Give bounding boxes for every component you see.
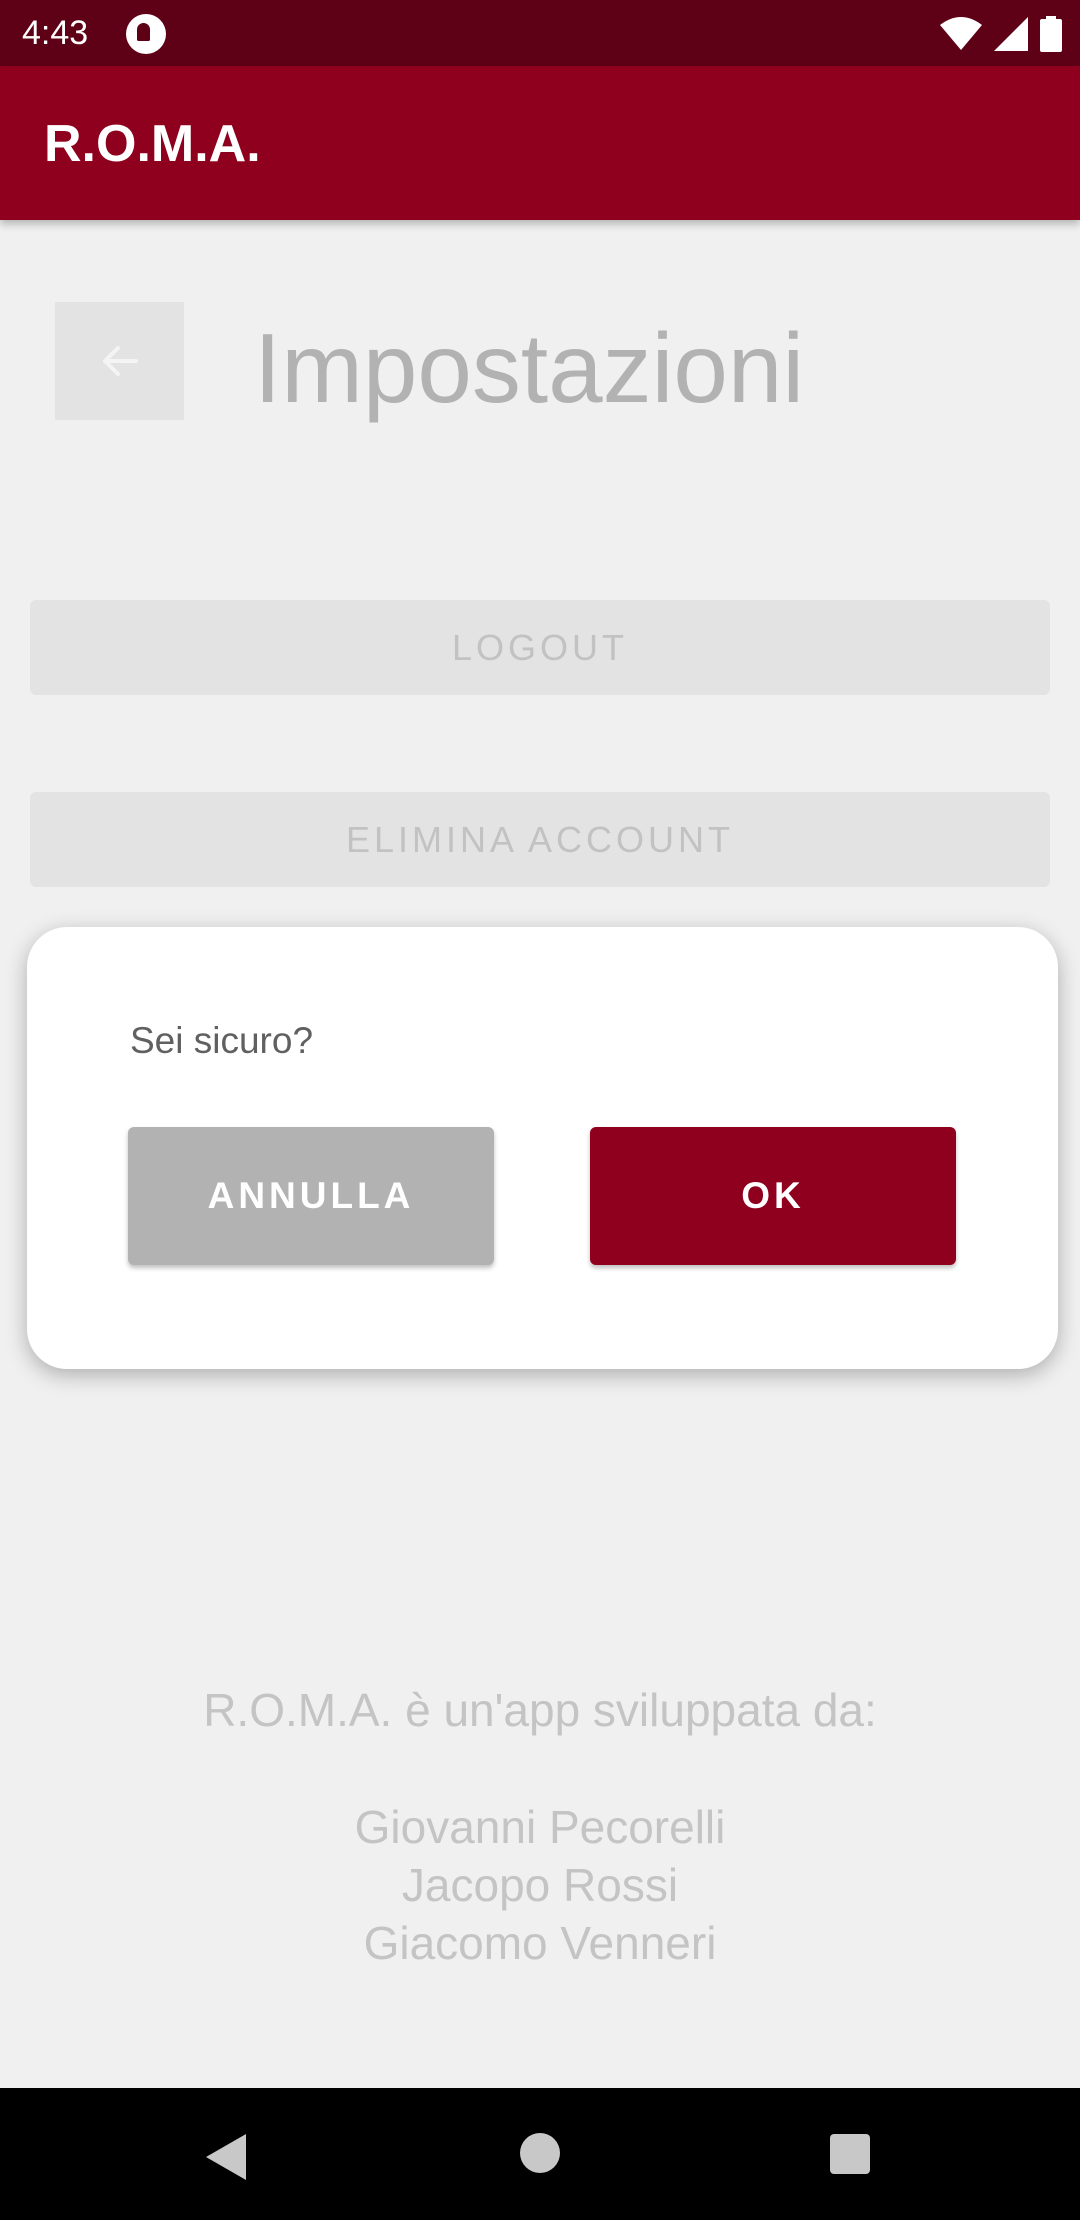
arrow-left-icon	[102, 346, 138, 376]
credits-author: Jacopo Rossi	[401, 1859, 679, 1911]
credits-intro: R.O.M.A. è un'app sviluppata da:	[203, 1684, 877, 1736]
status-icons	[940, 14, 1062, 54]
app-bar: R.O.M.A.	[0, 66, 1080, 220]
credits-author: Giovanni Pecorelli	[354, 1801, 726, 1853]
signal-icon	[994, 17, 1028, 51]
ok-button[interactable]: OK	[590, 1127, 956, 1265]
status-time: 4:43	[22, 14, 89, 52]
cancel-button[interactable]: ANNULLA	[128, 1127, 494, 1265]
logout-button[interactable]: LOGOUT	[30, 600, 1050, 695]
navigation-bar	[0, 2088, 1080, 2220]
app-title: R.O.M.A.	[44, 115, 261, 173]
back-button[interactable]	[55, 302, 184, 420]
wifi-icon	[940, 17, 982, 50]
page-title: Impostazioni	[254, 313, 805, 423]
dialog-message: Sei sicuro?	[130, 1020, 314, 1061]
credits-author: Giacomo Venneri	[363, 1917, 717, 1969]
confirm-dialog: Sei sicuro? ANNULLA OK	[27, 927, 1058, 1369]
status-bar: 4:43	[0, 0, 1080, 66]
home-icon[interactable]	[520, 2133, 560, 2173]
back-icon[interactable]	[204, 2132, 248, 2182]
app-notification-icon	[126, 14, 166, 54]
recents-icon[interactable]	[830, 2134, 870, 2174]
delete-account-button[interactable]: ELIMINA ACCOUNT	[30, 792, 1050, 887]
battery-icon	[1040, 16, 1062, 52]
